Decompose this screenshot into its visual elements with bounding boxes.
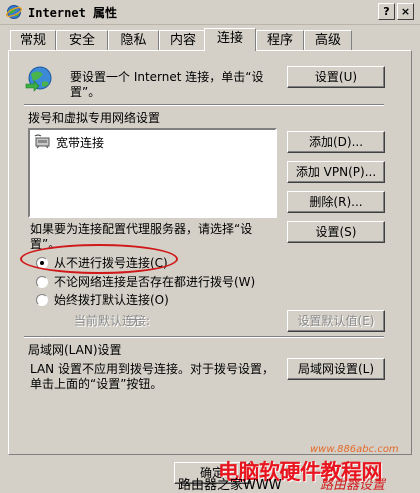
close-button[interactable]: × [397,3,414,20]
dialup-settings-button[interactable]: 设置(S) [287,221,385,243]
always-dial-label[interactable]: 始终拨打默认连接(O) [54,293,169,308]
list-item-label: 宽带连接 [56,136,105,150]
window-title: Internet 属性 [28,6,118,20]
title-bar: Internet 属性 ? × [0,0,420,25]
always-dial-radio[interactable] [36,294,48,306]
tab-advanced[interactable]: 高级 [304,30,352,50]
connections-list[interactable]: 宽带连接 [28,128,277,218]
watermark-stamp: 路由器设置 [320,478,386,493]
watermark-url: www.886abc.com [310,444,399,455]
separator [24,104,384,106]
tab-connections[interactable]: 连接 [204,28,256,51]
broadband-connection-icon [34,134,50,149]
lan-description: LAN 设置不应用到拨号连接。对于拨号设置，单击上面的“设置”按钮。 [30,362,274,391]
tab-programs[interactable]: 程序 [256,30,304,50]
watermark-sub: 路由器之家WWW [178,478,282,493]
current-default-value: 无 [130,314,143,328]
dial-when-no-network-radio[interactable] [36,276,48,288]
dialup-section-label: 拨号和虚拟专用网络设置 [28,111,161,125]
tab-security[interactable]: 安全 [56,30,108,50]
annotation-circle [20,244,178,274]
dial-when-no-network-label[interactable]: 不论网络连接是否存在都进行拨号(W) [54,275,255,290]
tab-content[interactable]: 内容 [159,30,207,50]
remove-button[interactable]: 删除(R)... [287,191,385,213]
add-button[interactable]: 添加(D)... [287,131,385,153]
tab-general[interactable]: 常规 [10,30,56,50]
separator [24,336,384,338]
lan-settings-button[interactable]: 局域网设置(L) [287,358,385,380]
set-default-button[interactable]: 设置默认值(E) [287,310,385,332]
tab-privacy[interactable]: 隐私 [108,30,159,50]
tab-strip: 常规 安全 隐私 内容 连接 程序 高级 [8,28,412,51]
add-vpn-button[interactable]: 添加 VPN(P)... [287,161,385,183]
network-globe-icon [25,66,52,92]
lan-section-label: 局域网(LAN)设置 [28,343,122,357]
help-button[interactable]: ? [378,3,395,20]
setup-description: 要设置一个 Internet 连接，单击“设置”。 [70,70,264,99]
internet-globe-icon [6,5,22,19]
setup-button[interactable]: 设置(U) [287,66,385,88]
